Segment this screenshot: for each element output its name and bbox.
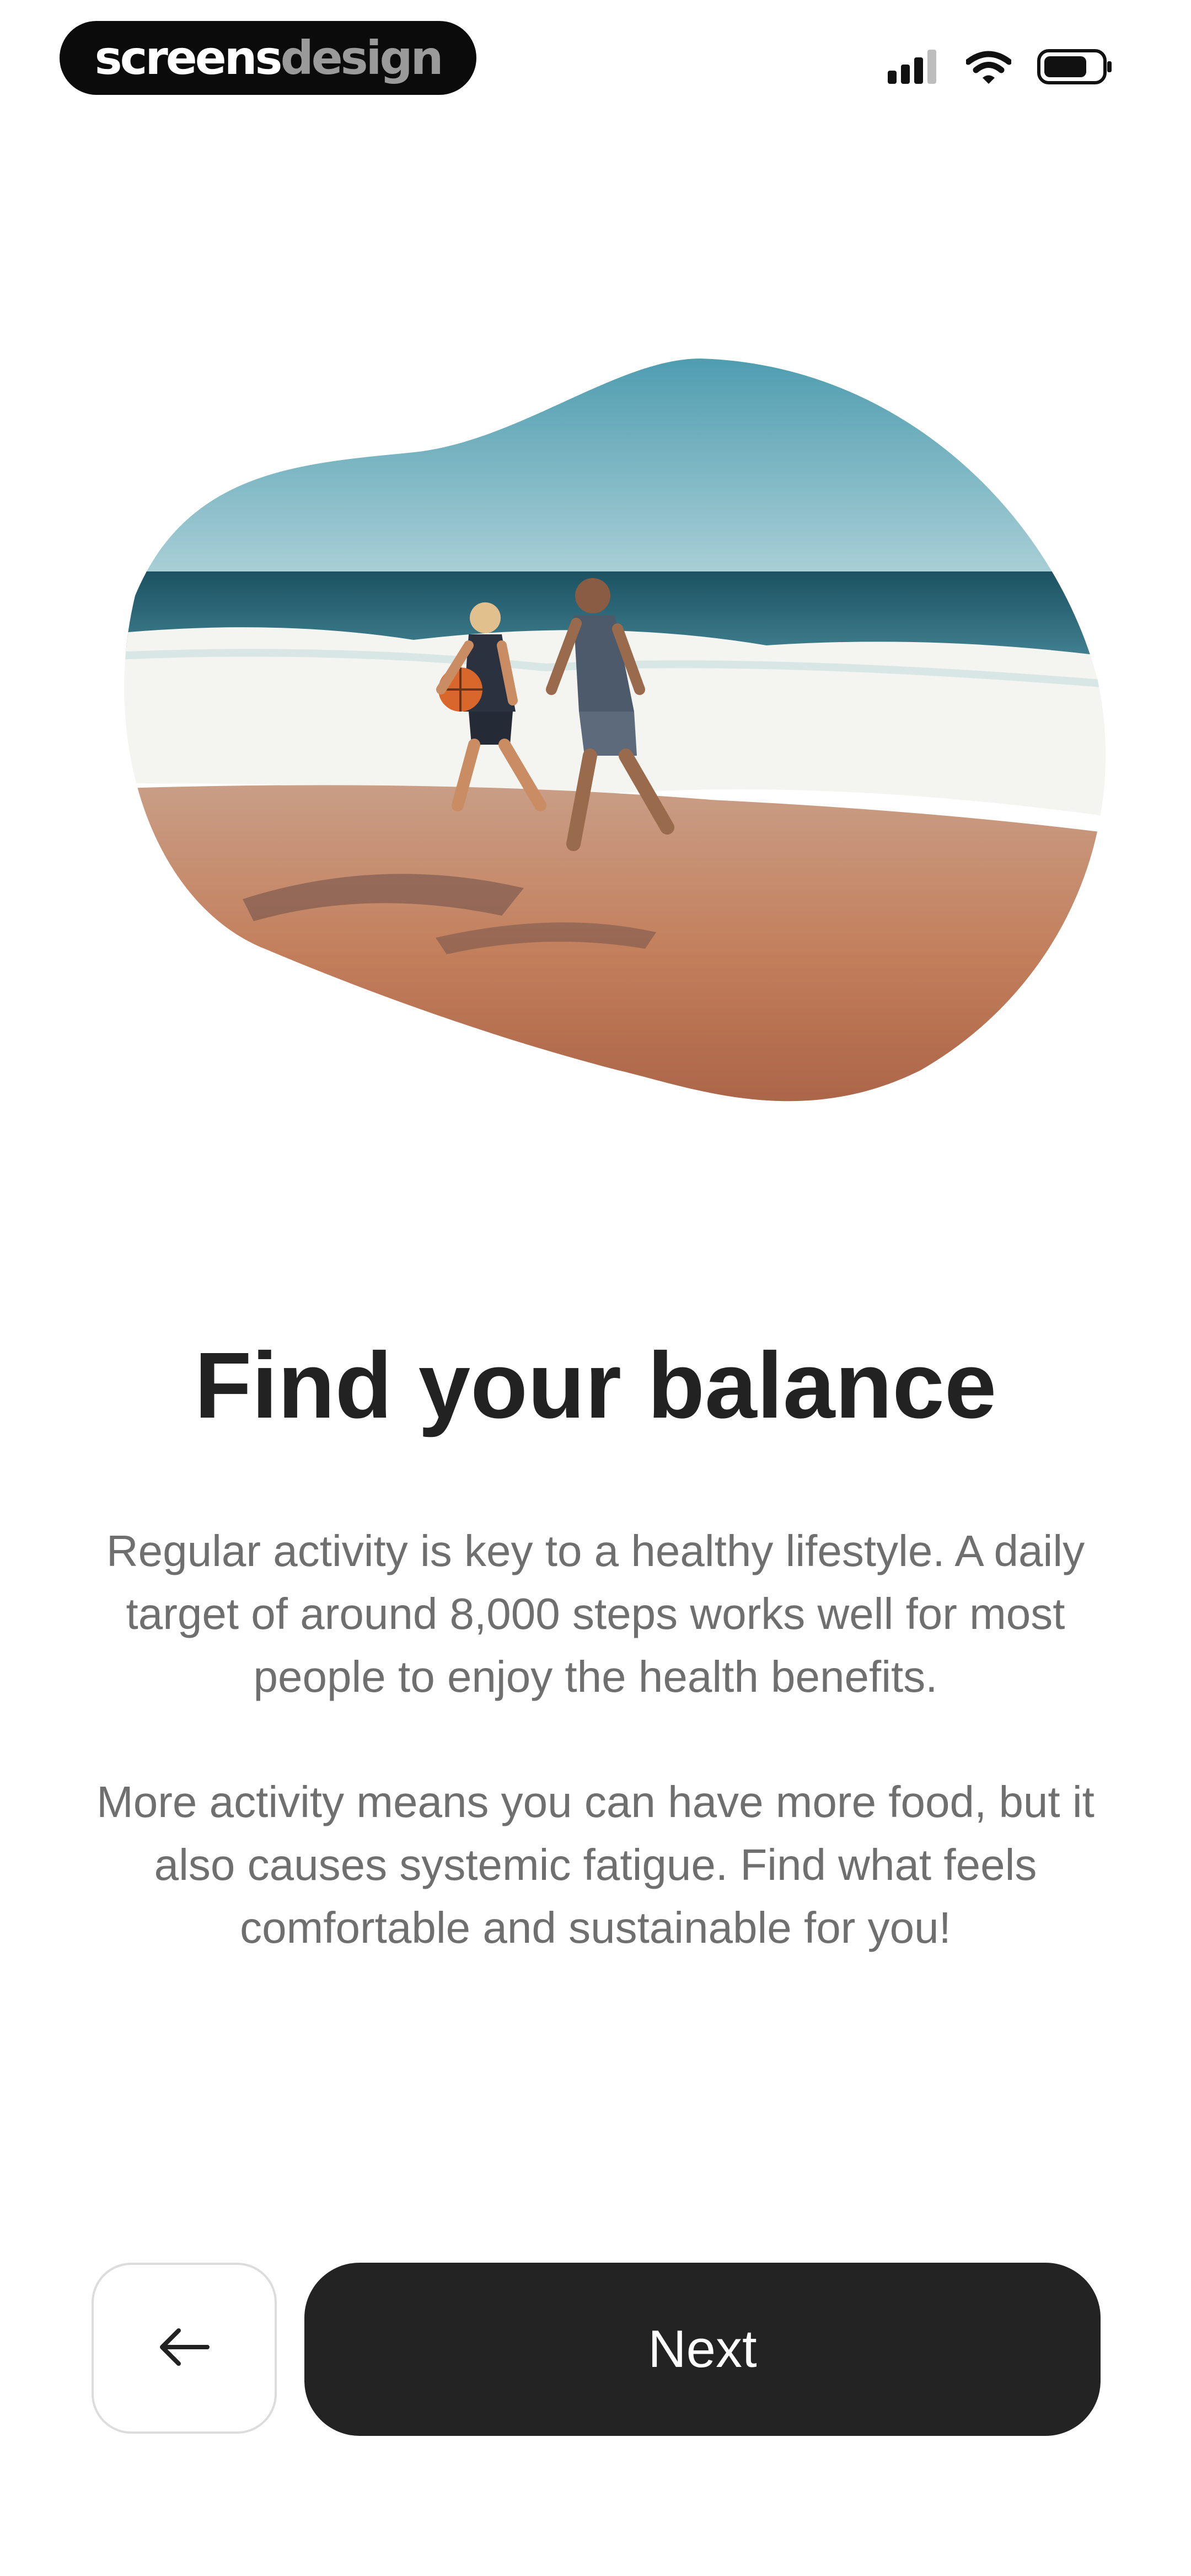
page-title: Find your balance bbox=[194, 1333, 997, 1438]
status-bar bbox=[888, 49, 1114, 88]
next-button[interactable]: Next bbox=[304, 2263, 1101, 2436]
cellular-signal-icon bbox=[888, 49, 941, 87]
body-paragraph-2: More activity means you can have more fo… bbox=[96, 1777, 1095, 1952]
battery-icon bbox=[1037, 49, 1114, 88]
hero-image bbox=[105, 359, 1108, 1120]
badge-word-design: design bbox=[280, 31, 444, 85]
back-button[interactable] bbox=[92, 2263, 277, 2434]
body-paragraph-1: Regular activity is key to a healthy lif… bbox=[106, 1526, 1085, 1701]
arrow-left-icon bbox=[157, 2325, 212, 2372]
wifi-icon bbox=[965, 50, 1012, 87]
screensdesign-badge: screens design bbox=[60, 21, 476, 95]
badge-word-screens: screens bbox=[94, 31, 283, 85]
next-button-label: Next bbox=[648, 2320, 757, 2379]
